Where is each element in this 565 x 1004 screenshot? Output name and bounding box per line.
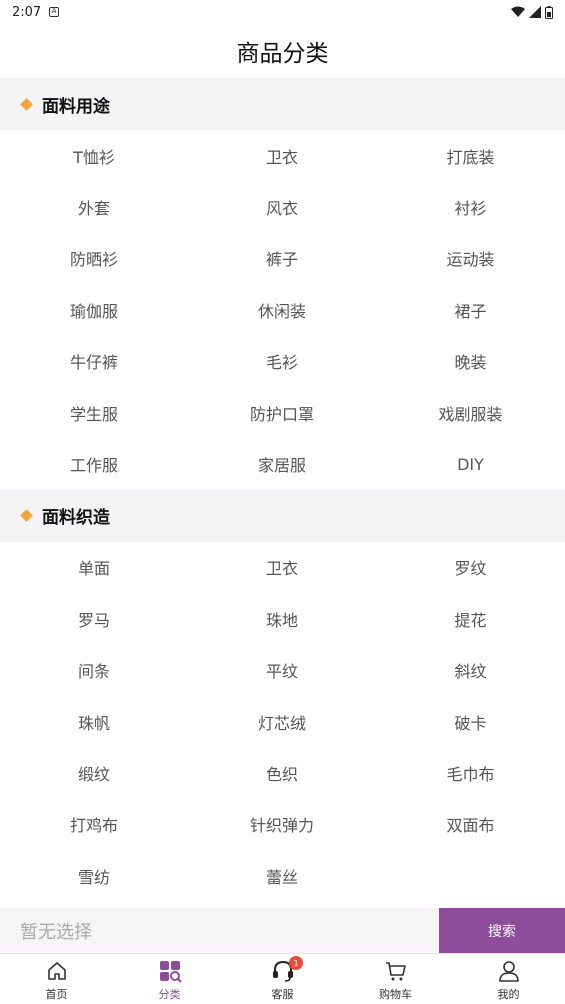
category-item[interactable]: 提花 xyxy=(376,593,565,644)
search-button[interactable]: 搜索 xyxy=(439,908,565,953)
search-bar: 暂无选择 搜索 xyxy=(0,908,565,953)
category-item[interactable]: 针织弹力 xyxy=(188,799,376,850)
notification-icon: A xyxy=(49,7,60,17)
category-item[interactable]: 戏剧服装 xyxy=(376,387,565,438)
user-icon xyxy=(498,961,519,982)
category-item[interactable]: 运动装 xyxy=(376,233,565,284)
tab-label: 客服 xyxy=(271,988,294,1001)
page-header: 商品分类 xyxy=(0,24,565,78)
diamond-icon xyxy=(20,97,33,111)
page-title: 商品分类 xyxy=(236,41,329,67)
category-item[interactable]: 蕾丝 xyxy=(188,850,376,901)
category-item[interactable]: 晚装 xyxy=(376,336,565,387)
category-item[interactable]: 裙子 xyxy=(376,284,565,335)
category-item[interactable]: 学生服 xyxy=(0,387,188,438)
category-item[interactable]: 平纹 xyxy=(188,645,376,696)
home-icon xyxy=(47,962,66,980)
tab-cart[interactable]: 购物车 xyxy=(339,954,452,1004)
selection-field[interactable]: 暂无选择 xyxy=(0,908,439,953)
diamond-icon xyxy=(20,509,33,523)
category-item[interactable]: 裤子 xyxy=(188,233,376,284)
tab-label: 购物车 xyxy=(379,988,412,1001)
category-item[interactable]: 瑜伽服 xyxy=(0,284,188,335)
tab-label: 首页 xyxy=(45,988,68,1001)
category-item[interactable]: 斜纹 xyxy=(376,645,565,696)
category-item[interactable]: 卫衣 xyxy=(188,542,376,593)
category-item[interactable]: 家居服 xyxy=(188,438,376,489)
category-item[interactable]: 毛衫 xyxy=(188,336,376,387)
category-item[interactable]: 灯芯绒 xyxy=(188,696,376,747)
status-time: 2:07 xyxy=(12,4,42,20)
category-item[interactable]: 罗马 xyxy=(0,593,188,644)
category-item[interactable]: 休闲装 xyxy=(188,284,376,335)
category-item[interactable]: 打底装 xyxy=(376,130,565,181)
category-item[interactable]: DIY xyxy=(376,438,565,489)
section-title: 面料织造 xyxy=(42,508,110,529)
category-item[interactable]: 风衣 xyxy=(188,181,376,232)
category-item[interactable]: 单面 xyxy=(0,542,188,593)
category-item[interactable]: 罗纹 xyxy=(376,542,565,593)
wifi-icon xyxy=(511,6,525,17)
category-item[interactable]: 破卡 xyxy=(376,696,565,747)
section-header-weave: 面料织造 xyxy=(0,489,565,542)
battery-icon xyxy=(545,5,553,19)
category-item[interactable]: 珠帆 xyxy=(0,696,188,747)
tab-category[interactable]: 分类 xyxy=(113,954,226,1004)
section-title: 面料用途 xyxy=(42,96,110,117)
category-item[interactable]: 外套 xyxy=(0,181,188,232)
category-item[interactable]: 双面布 xyxy=(376,799,565,850)
category-item[interactable]: T恤衫 xyxy=(0,130,188,181)
status-bar: 2:07 A xyxy=(0,0,565,24)
category-item[interactable]: 衬衫 xyxy=(376,181,565,232)
section-header-usage: 面料用途 xyxy=(0,78,565,130)
category-grid-weave: 单面 卫衣 罗纹 罗马 珠地 提花 间条 平纹 斜纹 珠帆 灯芯绒 破卡 缎纹 … xyxy=(0,542,565,902)
category-item[interactable]: 间条 xyxy=(0,645,188,696)
category-item[interactable]: 雪纺 xyxy=(0,850,188,901)
category-item[interactable]: 珠地 xyxy=(188,593,376,644)
tab-service[interactable]: 1 客服 xyxy=(226,954,339,1004)
tab-mine[interactable]: 我的 xyxy=(452,954,565,1004)
category-item[interactable]: 卫衣 xyxy=(188,130,376,181)
category-item[interactable]: 色织 xyxy=(188,747,376,798)
category-item[interactable]: 防护口罩 xyxy=(188,387,376,438)
tab-label: 分类 xyxy=(158,988,181,1001)
category-item[interactable]: 防晒衫 xyxy=(0,233,188,284)
cart-icon xyxy=(385,962,406,981)
bottom-tabbar: 首页 分类 1 客服 购物车 我的 xyxy=(0,953,565,1004)
category-item[interactable]: 毛巾布 xyxy=(376,747,565,798)
category-icon xyxy=(159,961,182,983)
notification-badge: 1 xyxy=(289,956,303,970)
category-item[interactable]: 缎纹 xyxy=(0,747,188,798)
tab-label: 我的 xyxy=(497,988,520,1001)
category-item[interactable]: 工作服 xyxy=(0,438,188,489)
category-item[interactable]: 牛仔裤 xyxy=(0,336,188,387)
signal-icon xyxy=(529,6,541,18)
tab-home[interactable]: 首页 xyxy=(0,954,113,1004)
category-grid-usage: T恤衫 卫衣 打底装 外套 风衣 衬衫 防晒衫 裤子 运动装 瑜伽服 休闲装 裙… xyxy=(0,130,565,490)
category-item[interactable]: 打鸡布 xyxy=(0,799,188,850)
